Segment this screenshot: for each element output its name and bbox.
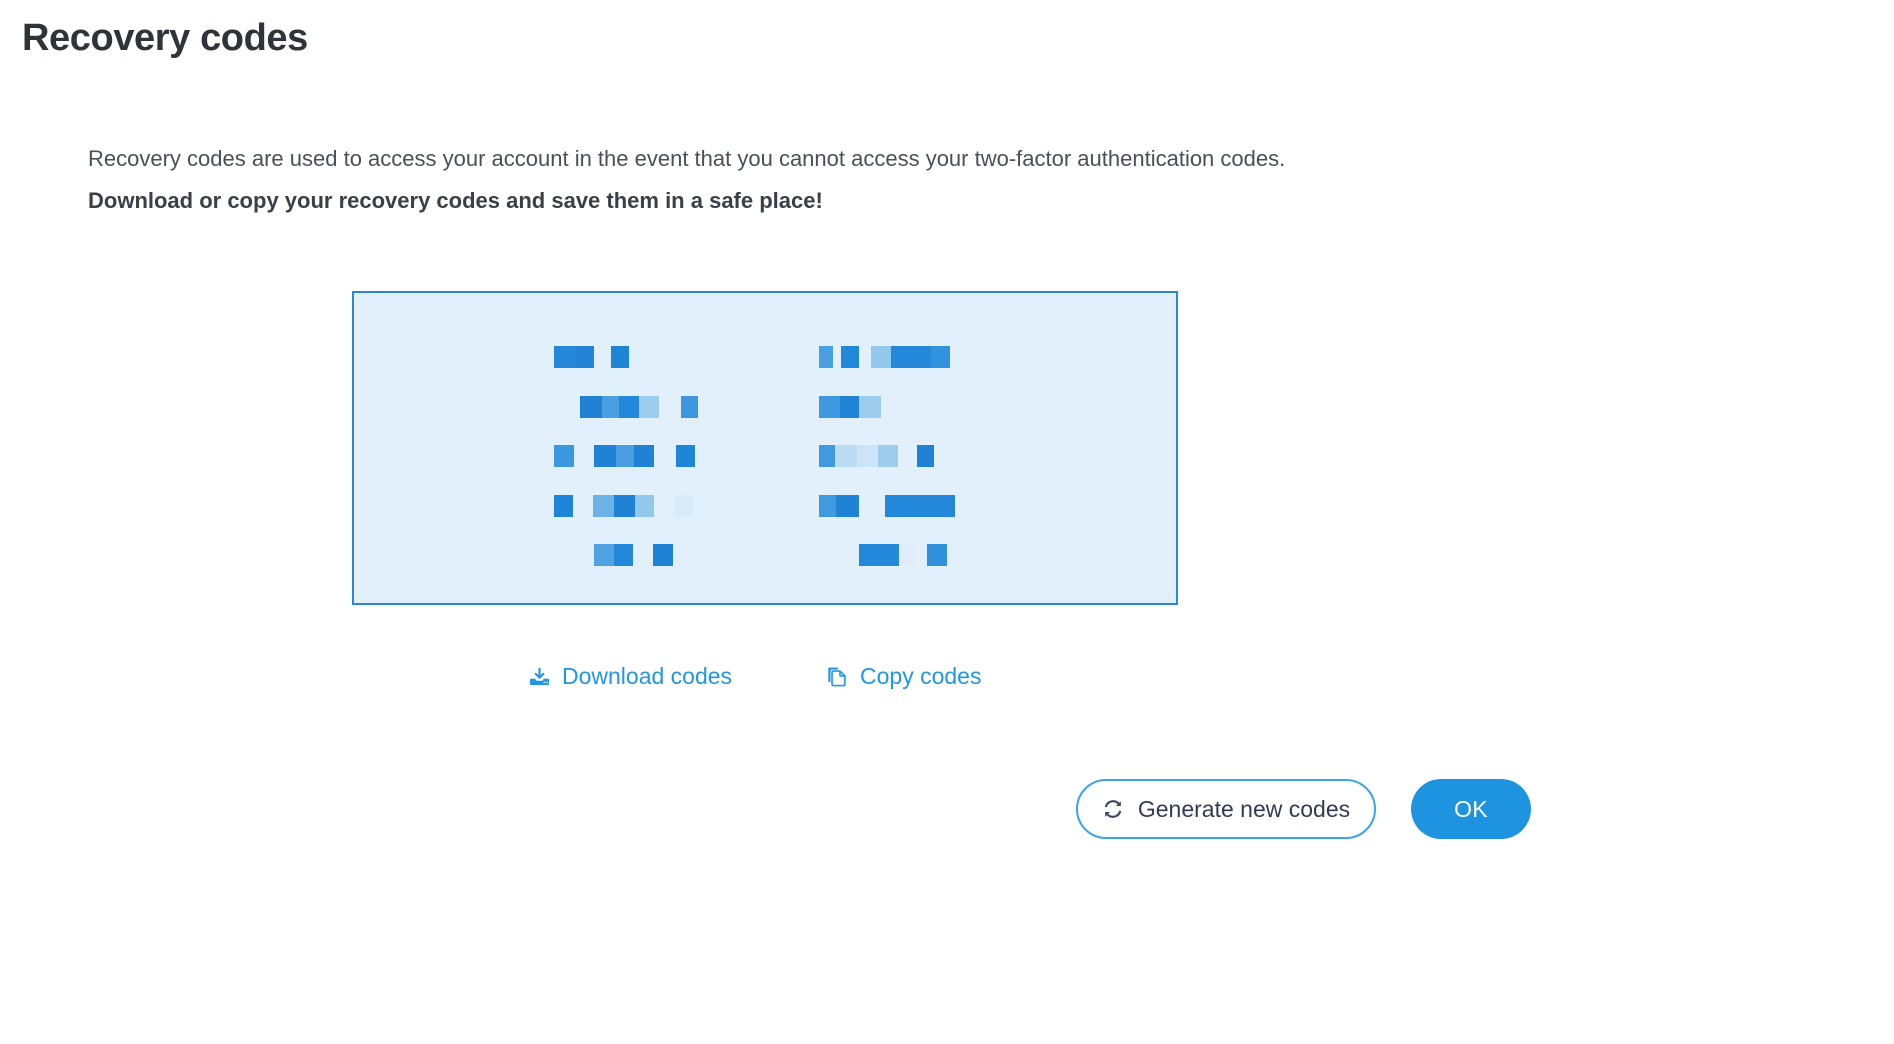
redacted-block — [574, 445, 594, 467]
generate-new-codes-label: Generate new codes — [1137, 795, 1351, 822]
redacted-block — [819, 544, 859, 566]
redacted-block — [614, 544, 633, 566]
intro-line-2: Download or copy your recovery codes and… — [88, 188, 823, 213]
recovery-code-cell — [819, 494, 955, 517]
redacted-block — [899, 544, 915, 566]
redacted-block — [833, 346, 841, 368]
recovery-code-row — [354, 395, 1176, 418]
redacted-block — [931, 346, 950, 368]
redacted-block — [859, 495, 885, 517]
redacted-block — [835, 445, 857, 467]
redacted-block — [593, 494, 614, 517]
redacted-block — [634, 445, 654, 467]
recovery-code-row — [354, 544, 1176, 566]
recovery-code-row — [354, 346, 1176, 368]
redacted-block — [859, 346, 871, 368]
redacted-block — [616, 445, 634, 467]
codes-actions: Download codes Copy codes — [352, 660, 1178, 704]
redacted-block — [654, 495, 674, 517]
redacted-block — [871, 346, 891, 368]
redacted-block — [859, 395, 881, 418]
recovery-code-cell — [554, 494, 693, 517]
redacted-block — [819, 346, 833, 368]
recovery-codes-panel[interactable] — [352, 291, 1178, 605]
recovery-code-cell — [819, 544, 947, 566]
redacted-block — [602, 395, 619, 418]
copy-codes-label: Copy codes — [860, 663, 982, 689]
redacted-block — [573, 495, 593, 517]
redacted-block — [836, 494, 859, 517]
copy-codes-link[interactable]: Copy codes — [826, 660, 981, 692]
redacted-block — [554, 346, 576, 368]
ok-button[interactable]: OK — [1411, 779, 1531, 839]
redacted-block — [580, 395, 602, 418]
redacted-block — [574, 544, 594, 566]
download-icon — [528, 665, 551, 688]
recovery-code-cell — [819, 395, 881, 418]
redacted-block — [554, 494, 573, 517]
download-codes-link[interactable]: Download codes — [528, 660, 732, 692]
redacted-block — [917, 445, 934, 467]
redacted-block — [654, 445, 676, 467]
redacted-block — [554, 445, 574, 467]
redacted-block — [653, 544, 673, 566]
redacted-block — [819, 395, 840, 418]
redacted-block — [639, 395, 659, 418]
recovery-code-row — [354, 494, 1176, 517]
redacted-block — [594, 544, 614, 566]
recovery-code-cell — [554, 346, 629, 368]
redacted-block — [633, 544, 653, 566]
intro-line-1: Recovery codes are used to access your a… — [88, 146, 1286, 171]
redacted-block — [841, 346, 859, 368]
intro-text: Recovery codes are used to access your a… — [88, 138, 1588, 222]
page-title: Recovery codes — [22, 17, 308, 59]
redacted-block — [554, 544, 574, 566]
redacted-block — [659, 396, 681, 418]
redacted-block — [859, 544, 899, 566]
redacted-block — [681, 395, 698, 418]
redacted-block — [819, 494, 836, 517]
redacted-block — [819, 445, 835, 467]
redacted-block — [891, 346, 931, 368]
redacted-block — [676, 445, 695, 467]
refresh-icon — [1102, 798, 1124, 820]
redacted-block — [927, 544, 947, 566]
recovery-code-row — [354, 445, 1176, 467]
redacted-block — [885, 494, 955, 517]
redacted-block — [614, 494, 635, 517]
redacted-block — [635, 494, 654, 517]
generate-new-codes-button[interactable]: Generate new codes — [1076, 779, 1376, 839]
ok-button-label: OK — [1454, 795, 1488, 822]
recovery-code-cell — [554, 445, 695, 467]
redacted-block — [898, 445, 917, 467]
redacted-block — [857, 445, 878, 467]
download-codes-label: Download codes — [562, 663, 733, 689]
redacted-block — [594, 445, 616, 467]
recovery-codes-grid — [354, 293, 1176, 603]
redacted-block — [554, 396, 580, 418]
redacted-block — [674, 494, 693, 517]
recovery-code-cell — [554, 395, 698, 418]
redacted-block — [878, 445, 898, 467]
redacted-block — [576, 346, 594, 368]
redacted-block — [915, 544, 927, 566]
redacted-block — [840, 395, 859, 418]
dialog-footer: Generate new codes OK — [0, 779, 1894, 843]
redacted-block — [594, 346, 611, 368]
redacted-block — [619, 395, 639, 418]
recovery-code-cell — [554, 544, 673, 566]
redacted-block — [611, 346, 629, 368]
copy-icon — [826, 665, 849, 688]
recovery-code-cell — [819, 346, 950, 368]
recovery-code-cell — [819, 445, 934, 467]
